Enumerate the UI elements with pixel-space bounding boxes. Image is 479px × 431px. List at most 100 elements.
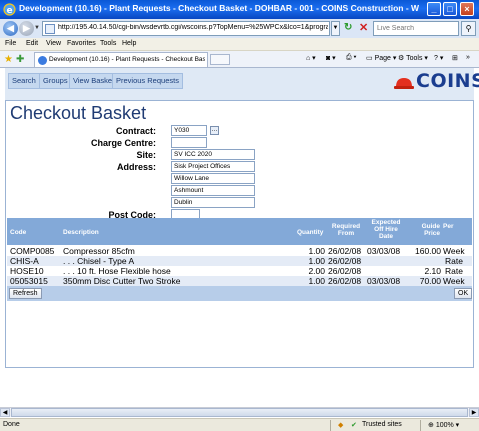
site-field[interactable]: SV ICC 2020 [171,149,255,160]
tools-menu-label: Tools [406,55,423,62]
close-button[interactable]: × [460,2,474,16]
page-menu-label: Page [374,55,391,62]
menu-file[interactable]: File [5,40,16,47]
refresh-button[interactable]: Refresh [9,288,42,299]
ok-button[interactable]: OK [454,288,473,299]
row-off-hire: 03/03/08 [367,246,401,256]
url-field[interactable]: http://195.40.14.50/cgi-bin/wsdevrtb.cgi… [42,21,330,36]
row-description: Compressor 85cfm [63,246,135,256]
checkmark-icon: ✔ [351,422,357,429]
search-field[interactable] [373,21,459,36]
address-line-4-field[interactable]: Dublin [171,197,255,208]
magnifier-icon: ⊕ [428,422,434,429]
nav-search-link[interactable]: Search [8,73,40,89]
nav-view-basket-link[interactable]: View Basket [69,73,119,89]
tab-toolbar-row: ★ ✚ Development (10.16) - Plant Requests… [0,51,479,68]
page-title: Checkout Basket [10,103,147,123]
url-text: http://195.40.14.50/cgi-bin/wsdevrtb.cgi… [58,24,328,31]
scroll-thumb[interactable] [11,408,468,417]
col-code: Code [10,229,27,236]
page-menu[interactable]: ▭ Page ▾ [366,54,396,62]
address-line-1-field[interactable]: Sisk Project Offices [171,161,255,172]
favorites-star-icon[interactable]: ★ [4,54,13,65]
horizontal-scrollbar[interactable]: ◀ ▶ [0,407,479,417]
research-icon[interactable]: ⊞ [452,54,458,62]
menu-edit[interactable]: Edit [26,40,38,47]
menu-help[interactable]: Help [122,40,136,47]
status-text: Done [3,421,20,428]
print-icon[interactable]: ⎙ ▾ [346,54,357,62]
col-expected-off-hire: Expected Off Hire Date [371,219,401,240]
row-quantity: 1.00 [308,256,325,266]
checkout-form-panel: Checkout Basket Contract: Y030 … Charge … [5,100,474,368]
search-icon[interactable]: ⚲ [461,21,476,36]
menu-favorites[interactable]: Favorites [67,40,96,47]
row-code: 05053015 [10,276,48,286]
table-header: Code Description Quantity Required From … [7,218,472,245]
row-description: . . . Chisel - Type A [63,256,135,266]
window-title-bar: e Development (10.16) - Plant Requests -… [0,0,479,19]
contract-lookup-button[interactable]: … [210,126,219,135]
nav-groups-link[interactable]: Groups [39,73,72,89]
refresh-icon[interactable]: ↻ [344,22,352,33]
add-favorite-icon[interactable]: ✚ [16,54,24,65]
charge-centre-field[interactable] [171,137,207,148]
window-title: Development (10.16) - Plant Requests - C… [19,3,419,13]
charge-centre-label: Charge Centre: [90,138,156,148]
address-line-3-field[interactable]: Ashmount [171,185,255,196]
tab-active[interactable]: Development (10.16) - Plant Requests - C… [34,52,208,67]
row-quantity: 1.00 [308,276,325,286]
row-price: 2.10 [424,266,441,276]
minimize-button[interactable]: _ [427,2,441,16]
tools-menu[interactable]: ⚙ Tools ▾ [398,54,428,62]
scroll-left-icon[interactable]: ◀ [0,408,10,417]
address-bar-row: ◀ ▶ ▼ http://195.40.14.50/cgi-bin/wsdevr… [0,19,479,38]
status-divider [330,420,331,431]
table-row[interactable]: CHIS-A . . . Chisel - Type A 1.00 26/02/… [7,256,472,266]
ie-logo-icon: e [3,3,16,16]
url-dropdown-button[interactable]: ▼ [331,21,340,36]
page-menu-icon: ▭ [366,55,373,62]
table-row[interactable]: COMP0085 Compressor 85cfm 1.00 26/02/08 … [7,246,472,256]
stop-icon[interactable]: ✕ [359,21,368,34]
svg-text:e: e [7,6,13,16]
search-input[interactable] [374,22,458,35]
nav-previous-requests-link[interactable]: Previous Requests [112,73,183,89]
history-dropdown-icon[interactable]: ▼ [34,25,40,31]
forward-button[interactable]: ▶ [19,21,34,36]
contract-label: Contract: [116,126,156,136]
menu-tools[interactable]: Tools [100,40,116,47]
extra-tools-icon[interactable]: » [466,54,470,61]
hard-hat-icon [394,78,414,89]
contract-field[interactable]: Y030 [171,125,207,136]
help-icon[interactable]: ? ▾ [434,54,443,62]
warning-icon: ◆ [338,422,344,429]
row-per: Week [443,276,465,286]
maximize-button[interactable]: □ [443,2,457,16]
row-quantity: 2.00 [308,266,325,276]
gear-icon: ⚙ [398,55,405,62]
menu-view[interactable]: View [46,40,61,47]
address-line-2-field[interactable]: Willow Lane [171,173,255,184]
table-row[interactable]: 05053015 350mm Disc Cutter Two Stroke 1.… [7,276,472,286]
row-per: Week [443,246,465,256]
table-row[interactable]: HOSE10 . . . 10 ft. Hose Flexible hose 2… [7,266,472,276]
back-button[interactable]: ◀ [3,21,18,36]
logo-text: COINS [416,70,479,92]
menu-bar: File Edit View Favorites Tools Help [0,38,479,51]
col-guide-price: Guide Price [421,223,440,237]
feeds-icon[interactable]: ◙ ▾ [326,54,336,62]
status-bar: Done ◆ ✔ Trusted sites ⊕ 100% ▾ [0,418,479,431]
row-required-from: 26/02/08 [328,276,362,286]
address-label: Address: [116,162,156,172]
row-code: COMP0085 [10,246,55,256]
col-description: Description [63,229,99,236]
zoom-control[interactable]: ⊕ 100% ▾ [428,421,459,429]
row-code: HOSE10 [10,266,44,276]
new-tab-button[interactable] [210,54,230,65]
col-required-from: Required From [331,223,361,237]
tab-page-icon [38,56,47,65]
scroll-right-icon[interactable]: ▶ [469,408,479,417]
home-icon[interactable]: ⌂ ▾ [306,54,316,62]
col-quantity: Quantity [297,229,324,236]
